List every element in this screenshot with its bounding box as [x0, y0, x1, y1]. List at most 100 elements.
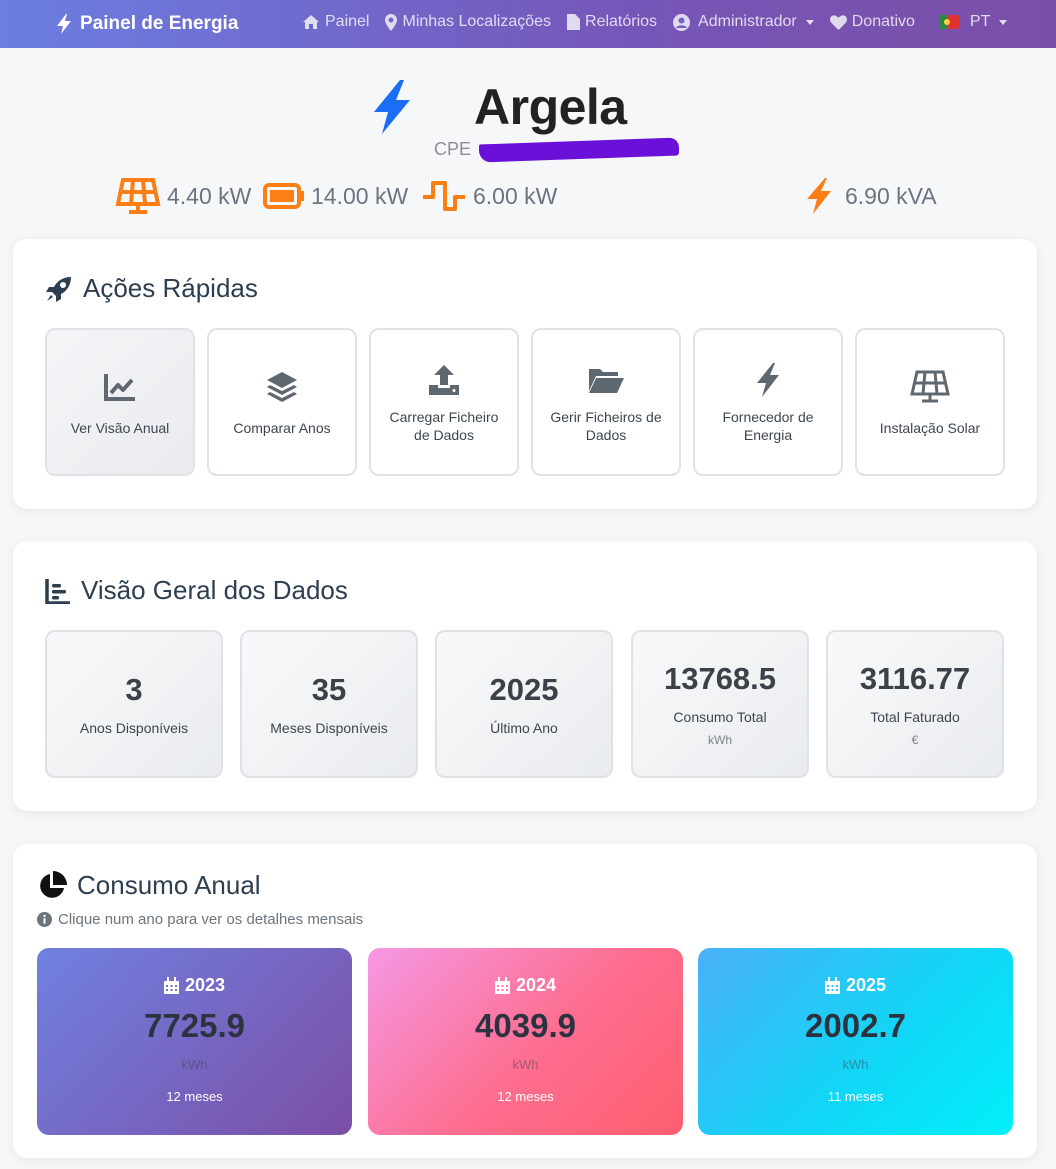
annual-hint: Clique num ano para ver os detalhes mens… [37, 911, 363, 928]
section-title: Ações Rápidas [83, 273, 258, 303]
chart-line-icon [104, 374, 135, 401]
solar-installation-button[interactable]: Instalação Solar [855, 328, 1005, 476]
action-label: Carregar Ficheiro de Dados [389, 409, 499, 443]
solar-spec: 4.40 kW [115, 174, 251, 218]
nav-item-label: Minhas Localizações [402, 13, 552, 30]
year-tile-2025[interactable]: 2025 2002.7 kWh 11 meses [698, 948, 1013, 1135]
annual-heading: Consumo Anual [37, 870, 261, 901]
nav-item-admin[interactable]: Administrador [673, 13, 814, 31]
stat-total-consumption: 13768.5 Consumo Total kWh [631, 630, 809, 778]
action-label: Fornecedor de Energia [722, 409, 814, 443]
year-months: 12 meses [497, 1089, 554, 1104]
calendar-icon [163, 977, 179, 994]
year-consumption-value: 2002.7 [805, 1007, 906, 1044]
rocket-icon [46, 276, 71, 302]
calendar-icon [824, 977, 840, 994]
nav-item-label: Administrador [698, 13, 797, 30]
chevron-down-icon [805, 19, 814, 25]
section-title: Consumo Anual [77, 870, 261, 900]
bolt-icon [374, 80, 410, 134]
nav-item-reports[interactable]: Relatórios [567, 13, 657, 31]
action-label: Comparar Anos [233, 420, 331, 436]
cpe-info: CPE [434, 137, 680, 162]
info-circle-icon [37, 912, 52, 927]
annual-consumption-card: Consumo Anual Clique num ano para ver os… [13, 844, 1037, 1158]
manage-files-button[interactable]: Gerir Ficheiros de Dados [531, 328, 681, 476]
stat-unit: kWh [708, 733, 732, 747]
overview-heading: Visão Geral dos Dados [45, 575, 348, 606]
stat-months-available: 35 Meses Disponíveis [240, 630, 418, 778]
stat-value: 3 [125, 672, 143, 707]
stat-years-available: 3 Anos Disponíveis [45, 630, 223, 778]
year-unit: kWh [181, 1057, 208, 1072]
chart-bar-icon [45, 578, 70, 604]
year-tile-2024[interactable]: 2024 4039.9 kWh 12 meses [368, 948, 683, 1135]
map-marker-icon [385, 13, 398, 31]
solar-value: 4.40 kW [167, 182, 252, 209]
year-months: 11 meses [827, 1089, 884, 1104]
data-overview-card: Visão Geral dos Dados 3 Anos Disponíveis… [13, 541, 1037, 811]
upload-data-button[interactable]: Carregar Ficheiro de Dados [369, 328, 519, 476]
installation-specs: 4.40 kW 14.00 kW 6.00 kW 6.90 kVA [0, 174, 1056, 218]
action-label: Ver Visão Anual [70, 420, 170, 436]
portugal-flag-icon [938, 15, 959, 29]
page-title: Argela [474, 79, 627, 135]
stat-label: Consumo Total [673, 709, 767, 725]
year-label: 2023 [184, 975, 226, 995]
view-annual-button[interactable]: Ver Visão Anual [45, 328, 195, 476]
year-consumption-value: 7725.9 [144, 1007, 245, 1044]
stat-unit: € [911, 733, 919, 747]
year-label: 2024 [515, 975, 557, 995]
section-title: Visão Geral dos Dados [81, 575, 348, 605]
user-circle-icon [673, 13, 691, 31]
heart-icon [829, 14, 847, 30]
file-pdf-icon [567, 14, 581, 30]
hint-text: Clique num ano para ver os detalhes mens… [58, 911, 364, 928]
nav-item-label: Painel [325, 13, 370, 30]
language-dropdown[interactable]: PT [938, 13, 1008, 31]
year-unit: kWh [842, 1057, 869, 1072]
stat-value: 2025 [489, 672, 559, 707]
nav-item-painel[interactable]: Painel [302, 13, 369, 31]
contracted-value: 6.90 kVA [845, 182, 937, 209]
year-unit: kWh [512, 1057, 539, 1072]
action-label: Gerir Ficheiros de Dados [550, 409, 662, 443]
top-navbar: Painel de Energia Painel Minhas Localiza… [0, 0, 1056, 48]
chevron-down-icon [999, 19, 1008, 25]
stat-label: Total Faturado [870, 709, 960, 725]
contracted-power-spec: 6.90 kVA [805, 174, 937, 218]
stat-label: Último Ano [490, 720, 558, 736]
redacted-cpe-value [479, 137, 680, 162]
battery-icon [263, 183, 304, 209]
stat-label: Meses Disponíveis [270, 720, 388, 736]
stat-value: 35 [311, 672, 347, 707]
nav-item-locations[interactable]: Minhas Localizações [385, 13, 551, 31]
stat-latest-year: 2025 Último Ano [435, 630, 613, 778]
calendar-icon [494, 977, 510, 994]
stat-value: 3116.77 [859, 661, 971, 696]
energy-supplier-button[interactable]: Fornecedor de Energia [693, 328, 843, 476]
stat-value: 13768.5 [663, 661, 777, 696]
inverter-spec: 6.00 kW [421, 174, 557, 218]
battery-spec: 14.00 kW [263, 174, 408, 218]
home-icon [303, 15, 319, 29]
nav-item-donate[interactable]: Donativo [829, 13, 915, 31]
quick-actions-heading: Ações Rápidas [45, 273, 258, 304]
brand-link[interactable]: Painel de Energia [56, 0, 238, 48]
bolt-icon [807, 178, 831, 214]
language-label: PT [969, 13, 991, 30]
year-tile-2023[interactable]: 2023 7725.9 kWh 12 meses [37, 948, 352, 1135]
wave-square-icon [423, 181, 465, 211]
cpe-label: CPE [434, 139, 472, 159]
year-consumption-value: 4039.9 [475, 1007, 576, 1044]
bolt-icon [57, 14, 71, 34]
brand-title: Painel de Energia [80, 13, 239, 34]
compare-years-button[interactable]: Comparar Anos [207, 328, 357, 476]
solar-panel-icon [910, 370, 950, 403]
solar-panel-icon [115, 178, 161, 214]
upload-icon [429, 365, 459, 395]
battery-value: 14.00 kW [311, 182, 409, 209]
chart-pie-icon [40, 870, 67, 898]
action-label: Instalação Solar [879, 420, 981, 436]
layers-icon [267, 372, 297, 402]
